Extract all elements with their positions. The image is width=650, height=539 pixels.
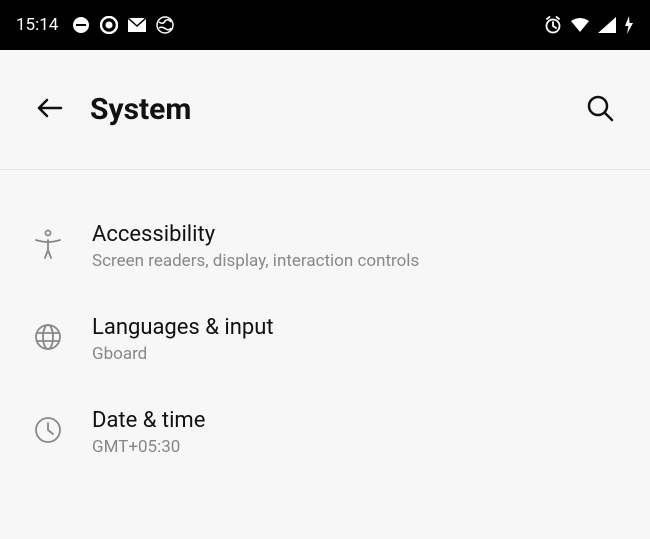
item-subtitle: GMT+05:30 (92, 437, 620, 457)
status-right (544, 16, 634, 34)
item-title: Accessibility (92, 222, 620, 247)
app-bar: System (0, 50, 650, 170)
back-arrow-icon (35, 93, 65, 127)
item-accessibility[interactable]: Accessibility Screen readers, display, i… (0, 200, 650, 293)
item-date-time[interactable]: Date & time GMT+05:30 (0, 386, 650, 479)
notification-icon (72, 16, 90, 34)
clock-icon (30, 412, 66, 448)
search-button[interactable] (580, 90, 620, 130)
item-text: Date & time GMT+05:30 (92, 408, 620, 457)
status-bar: 15:14 (0, 0, 650, 50)
mail-icon (128, 18, 146, 32)
globe-icon (30, 319, 66, 355)
globe-icon (156, 16, 174, 34)
item-text: Accessibility Screen readers, display, i… (92, 222, 620, 271)
wifi-icon (570, 17, 590, 33)
signal-icon (598, 17, 616, 33)
item-subtitle: Screen readers, display, interaction con… (92, 251, 620, 271)
status-left: 15:14 (16, 15, 174, 35)
back-button[interactable] (30, 90, 70, 130)
circle-icon (100, 16, 118, 34)
search-icon (585, 93, 615, 127)
clock-time: 15:14 (16, 15, 58, 35)
item-title: Languages & input (92, 315, 620, 340)
item-languages-input[interactable]: Languages & input Gboard (0, 293, 650, 386)
accessibility-icon (30, 226, 66, 262)
item-title: Date & time (92, 408, 620, 433)
charging-icon (624, 16, 634, 34)
alarm-icon (544, 16, 562, 34)
item-text: Languages & input Gboard (92, 315, 620, 364)
item-subtitle: Gboard (92, 344, 620, 364)
settings-list: Accessibility Screen readers, display, i… (0, 170, 650, 509)
page-title: System (90, 92, 580, 127)
